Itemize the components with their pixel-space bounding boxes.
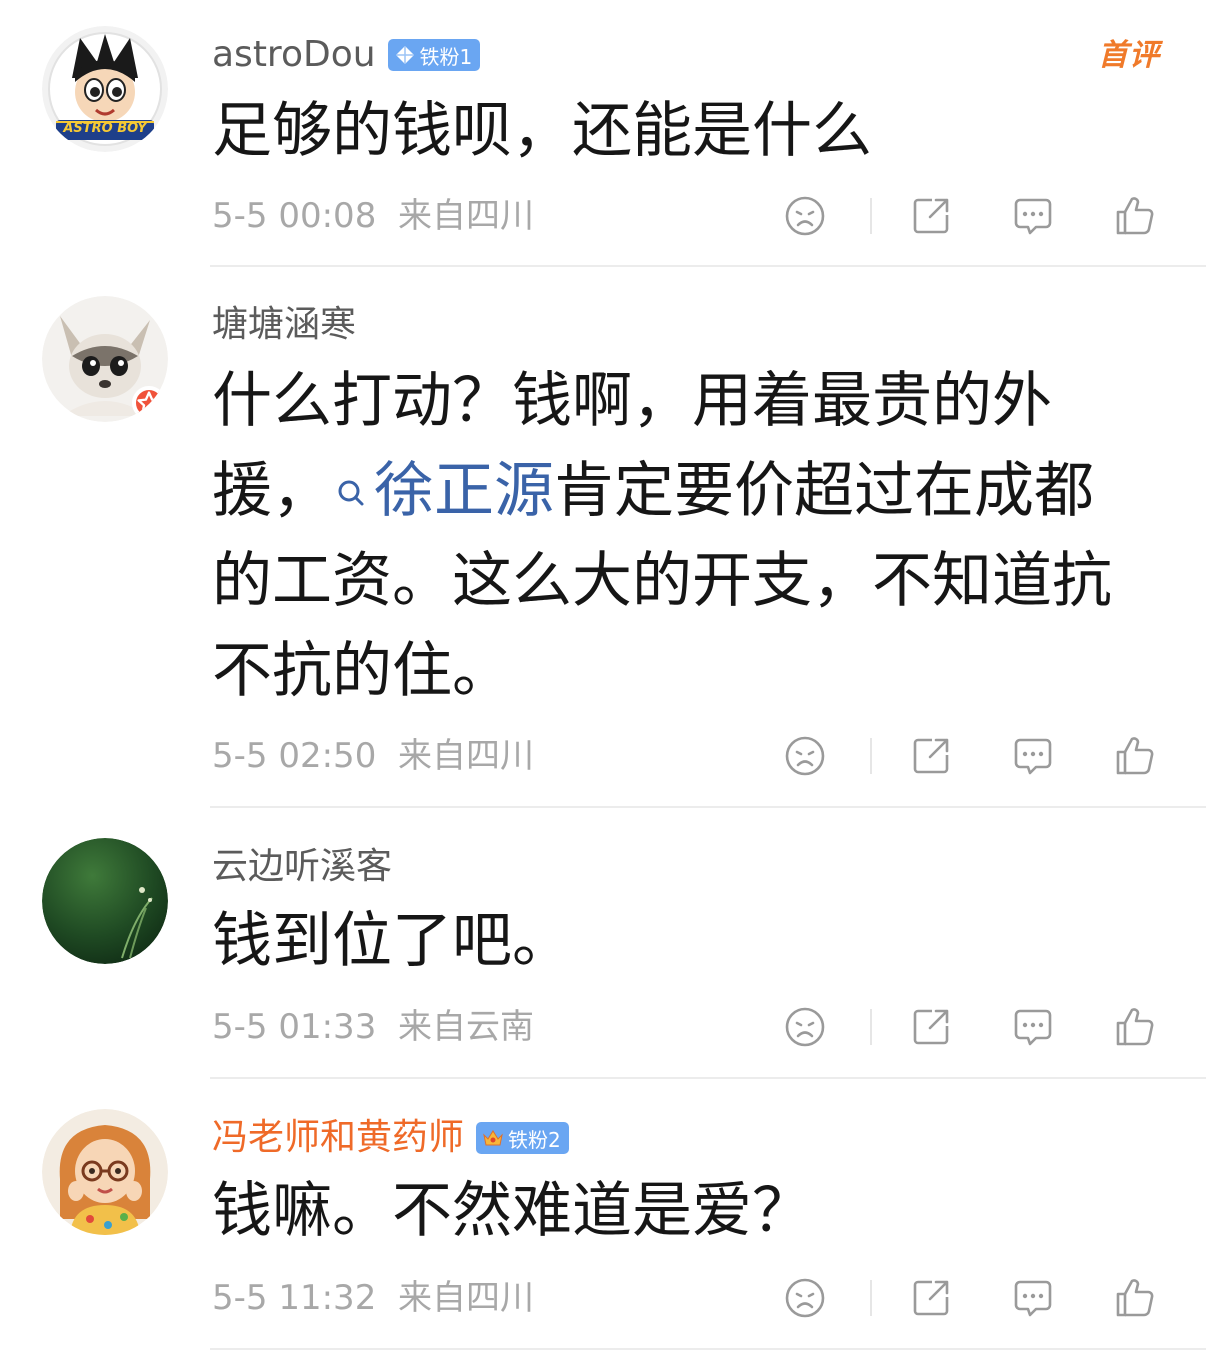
dislike-button[interactable] bbox=[784, 1277, 826, 1319]
comment-time: 5-5 02:50 bbox=[212, 736, 377, 776]
comment-text[interactable]: 钱到位了吧。 bbox=[212, 896, 1152, 986]
avatar[interactable] bbox=[42, 838, 168, 964]
share-icon bbox=[913, 1009, 949, 1045]
dislike-button[interactable] bbox=[784, 1006, 826, 1048]
diamond-icon bbox=[395, 46, 414, 64]
mention-link[interactable]: 徐正源 bbox=[332, 456, 554, 526]
crown-icon bbox=[483, 1130, 503, 1146]
share-icon bbox=[913, 198, 949, 234]
reply-icon bbox=[1014, 738, 1052, 775]
search-icon bbox=[338, 480, 364, 506]
comment-time: 5-5 01:33 bbox=[212, 1007, 377, 1047]
like-button[interactable] bbox=[1114, 1006, 1156, 1048]
share-icon bbox=[913, 1280, 949, 1316]
comment-text[interactable]: 钱嘛。不然难道是爱？ bbox=[212, 1166, 1152, 1256]
comment-meta-text: 5-5 11:32 来自四川 bbox=[212, 1268, 534, 1328]
fan-badge-label: 铁粉2 bbox=[508, 1127, 561, 1152]
dislike-icon bbox=[785, 1278, 825, 1318]
reply-button[interactable] bbox=[1012, 1277, 1054, 1319]
comment-meta: 5-5 11:32 来自四川 bbox=[212, 1268, 1206, 1328]
comment-meta: 5-5 00:08 来自四川 bbox=[212, 186, 1206, 246]
username[interactable]: 云边听溪客 bbox=[212, 842, 392, 892]
share-button[interactable] bbox=[910, 1006, 952, 1048]
action-separator bbox=[870, 1009, 872, 1045]
divider bbox=[210, 1348, 1206, 1350]
comment-location: 来自云南 bbox=[397, 1007, 534, 1047]
like-icon bbox=[1116, 197, 1154, 235]
verified-badge bbox=[132, 386, 166, 420]
mention-label: 徐正源 bbox=[374, 456, 554, 526]
comment-meta-text: 5-5 00:08 来自四川 bbox=[212, 186, 534, 246]
comment-text[interactable]: 什么打动？钱啊，用着最贵的外援， 徐正源肯定要价超过在成都的工资。这么大的开支，不… bbox=[212, 356, 1152, 716]
reply-icon bbox=[1014, 198, 1052, 235]
comment-meta-text: 5-5 01:33 来自云南 bbox=[212, 997, 534, 1057]
like-button[interactable] bbox=[1114, 195, 1156, 237]
share-button[interactable] bbox=[910, 195, 952, 237]
divider bbox=[210, 265, 1206, 267]
fan-badge[interactable]: 铁粉1 bbox=[387, 39, 481, 71]
dislike-button[interactable] bbox=[784, 735, 826, 777]
comment-meta-text: 5-5 02:50 来自四川 bbox=[212, 726, 534, 786]
username[interactable]: 冯老师和黄药师 bbox=[212, 1113, 464, 1163]
reply-button[interactable] bbox=[1012, 735, 1054, 777]
dislike-icon bbox=[785, 1007, 825, 1047]
comment-location: 来自四川 bbox=[397, 736, 534, 776]
like-icon bbox=[1116, 737, 1154, 775]
comment-actions bbox=[784, 186, 1164, 246]
fan-badge-label: 铁粉1 bbox=[419, 44, 473, 69]
fan-badge[interactable]: 铁粉2 bbox=[476, 1122, 569, 1154]
like-button[interactable] bbox=[1114, 735, 1156, 777]
reply-button[interactable] bbox=[1012, 1006, 1054, 1048]
name-row: 塘塘涵寒 bbox=[212, 300, 356, 350]
name-row: 冯老师和黄药师 铁粉2 bbox=[212, 1113, 569, 1163]
reply-button[interactable] bbox=[1012, 195, 1054, 237]
action-separator bbox=[870, 1280, 872, 1316]
name-row: astroDou 铁粉1 bbox=[212, 30, 481, 80]
reply-icon bbox=[1014, 1280, 1052, 1317]
avatar[interactable] bbox=[42, 296, 168, 422]
action-separator bbox=[870, 738, 872, 774]
first-comment-tag: 首评 bbox=[1098, 38, 1160, 73]
username[interactable]: astroDou bbox=[212, 30, 376, 80]
comment-actions bbox=[784, 726, 1164, 786]
comment-time: 5-5 00:08 bbox=[212, 196, 377, 236]
share-button[interactable] bbox=[910, 735, 952, 777]
comment-meta: 5-5 01:33 来自云南 bbox=[212, 997, 1206, 1057]
star-icon bbox=[137, 391, 161, 414]
comment-text[interactable]: 足够的钱呗，还能是什么 bbox=[212, 86, 1152, 176]
divider bbox=[210, 1077, 1206, 1079]
like-button[interactable] bbox=[1114, 1277, 1156, 1319]
like-icon bbox=[1116, 1279, 1154, 1317]
name-row: 云边听溪客 bbox=[212, 842, 392, 892]
comment-meta: 5-5 02:50 来自四川 bbox=[212, 726, 1206, 786]
share-button[interactable] bbox=[910, 1277, 952, 1319]
dislike-icon bbox=[785, 736, 825, 776]
username[interactable]: 塘塘涵寒 bbox=[212, 300, 356, 350]
dislike-icon bbox=[785, 196, 825, 236]
comment-actions bbox=[784, 997, 1164, 1057]
action-separator bbox=[870, 198, 872, 234]
avatar-logo-text: ASTRO BOY bbox=[63, 121, 147, 136]
avatar[interactable] bbox=[42, 1109, 168, 1235]
comment-location: 来自四川 bbox=[397, 196, 534, 236]
divider bbox=[210, 806, 1206, 808]
comment-location: 来自四川 bbox=[397, 1278, 534, 1318]
comment-time: 5-5 11:32 bbox=[212, 1278, 377, 1318]
dislike-button[interactable] bbox=[784, 195, 826, 237]
share-icon bbox=[913, 738, 949, 774]
like-icon bbox=[1116, 1008, 1154, 1046]
reply-icon bbox=[1014, 1009, 1052, 1046]
avatar[interactable]: ASTRO BOY bbox=[42, 26, 168, 152]
comment-actions bbox=[784, 1268, 1164, 1328]
